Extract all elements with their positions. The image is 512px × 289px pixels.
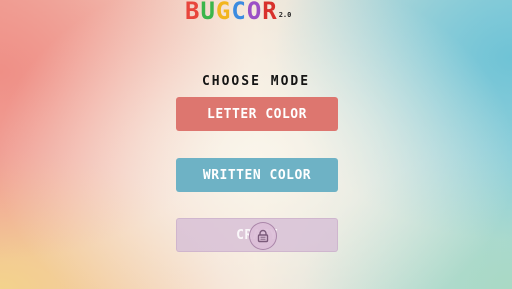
written-color-button[interactable]: WRITTEN COLOR	[176, 158, 338, 192]
choose-mode-heading: CHOOSE MODE	[201, 74, 311, 89]
written-color-label: WRITTEN COLOR	[202, 167, 312, 183]
logo-title: BUGCOR	[185, 0, 278, 23]
letter-color-button[interactable]: LETTER COLOR	[176, 97, 338, 131]
version-label: 2.0	[278, 11, 292, 19]
logo-letter: B	[185, 0, 201, 25]
logo-letter: R	[262, 0, 278, 25]
letter-color-label: LETTER COLOR	[207, 106, 307, 122]
logo-letter: C	[231, 0, 247, 25]
logo-letter: U	[200, 0, 216, 25]
lock-icon	[249, 222, 277, 250]
logo-letter: O	[246, 0, 263, 25]
crazy-mode-button[interactable]: CRAZY	[176, 218, 338, 252]
app-logo: BUGCOR 2.0	[185, 0, 291, 24]
logo-letter: G	[215, 0, 232, 25]
